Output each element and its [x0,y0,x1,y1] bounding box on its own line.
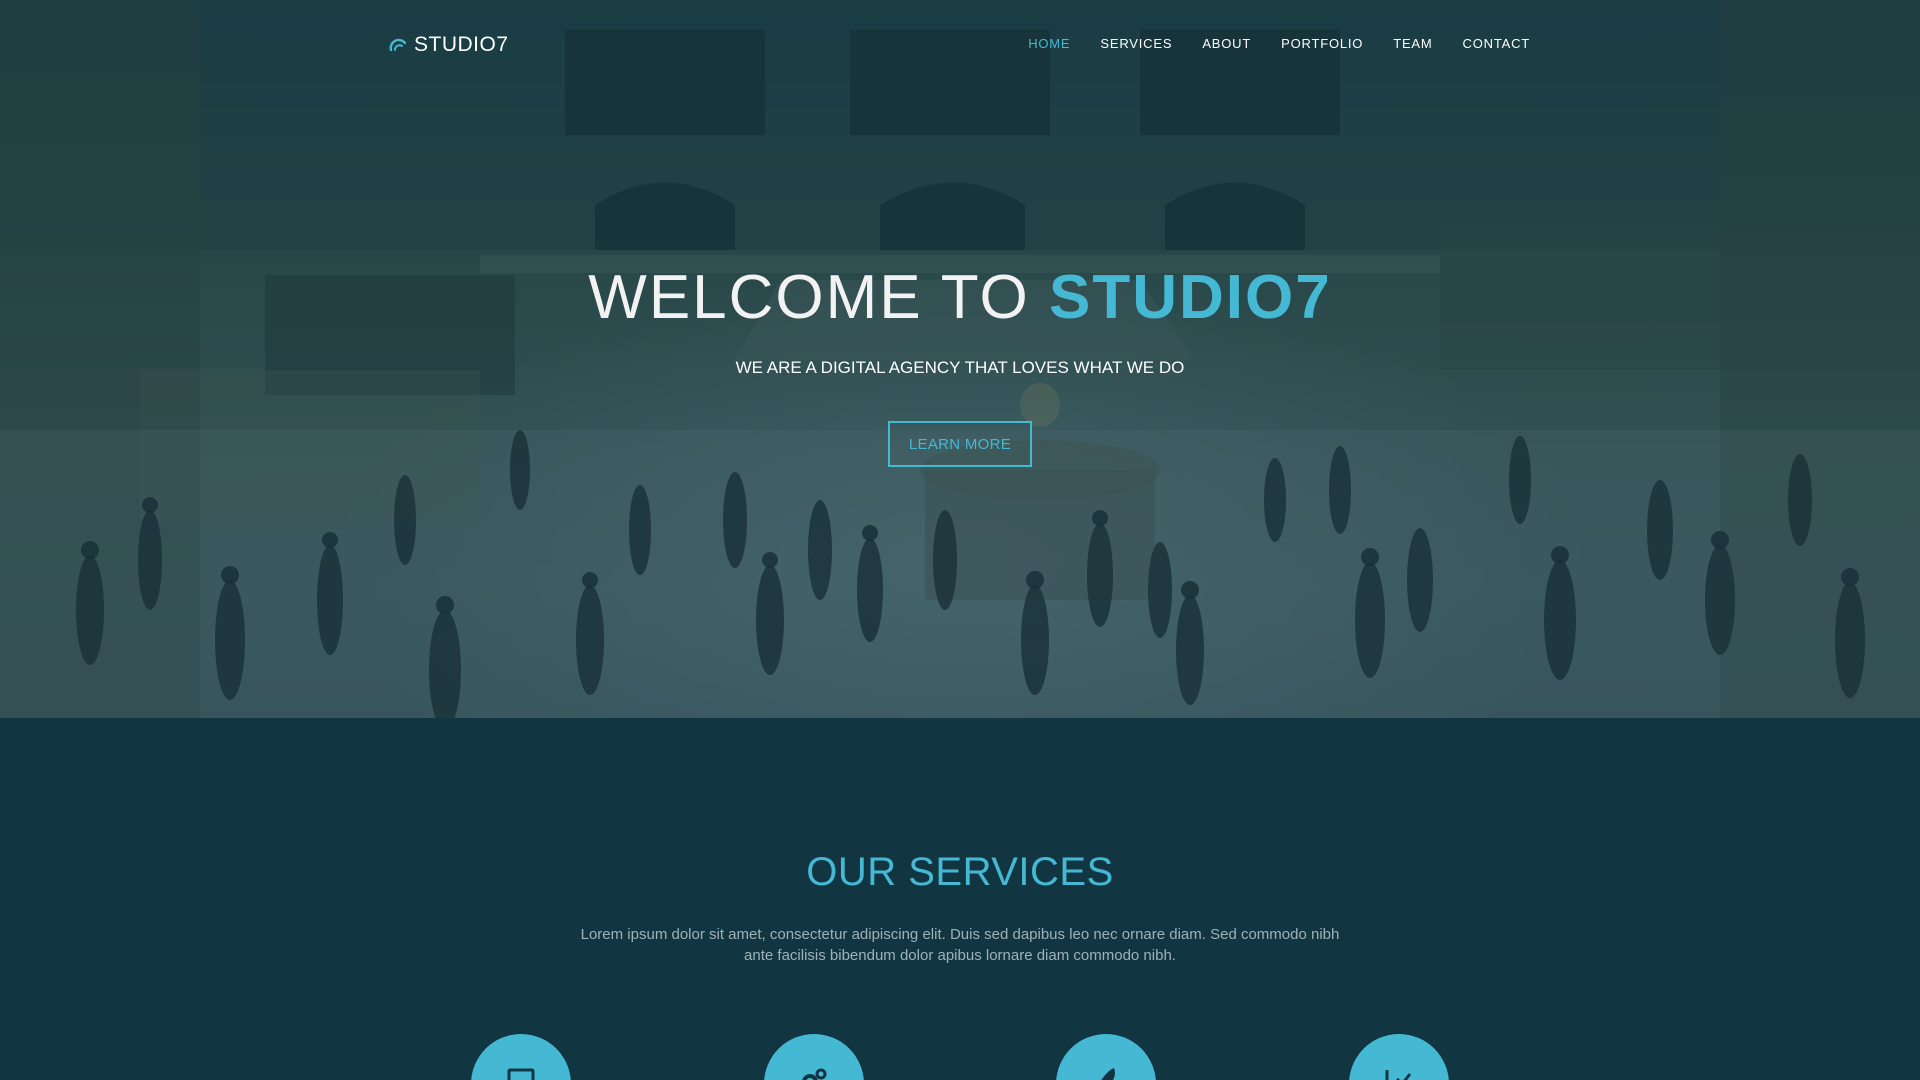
service-item-chart[interactable] [1349,1034,1449,1080]
nav-item-services[interactable]: SERVICES [1100,36,1172,51]
service-item-rocket[interactable] [1056,1034,1156,1080]
nav-item-team[interactable]: TEAM [1393,36,1432,51]
service-item-laptop[interactable] [471,1034,571,1080]
nav-item-about[interactable]: ABOUT [1202,36,1251,51]
hero-subtitle: WE ARE A DIGITAL AGENCY THAT LOVES WHAT … [735,358,1185,377]
hero-title-accent: STUDIO7 [1048,263,1332,332]
hero-title: WELCOME TO STUDIO7 [0,262,1920,333]
services-section: OUR SERVICES Lorem ipsum dolor sit amet,… [0,718,1920,1080]
brand-logo[interactable]: STUDIO7 [388,32,509,58]
services-title: OUR SERVICES [806,850,1114,894]
learn-more-button[interactable]: LEARN MORE [888,421,1032,467]
service-item-gears[interactable] [764,1034,864,1080]
studio-arc-logo-icon [389,38,407,52]
top-navbar: STUDIO7 HOME SERVICES ABOUT PORTFOLIO TE… [0,0,1920,88]
nav-item-home[interactable]: HOME [1028,36,1070,51]
brand-name: STUDIO7 [414,33,509,56]
nav-item-contact[interactable]: CONTACT [1463,36,1530,51]
rocket-icon [1101,1068,1115,1080]
main-menu: HOME SERVICES ABOUT PORTFOLIO TEAM CONTA… [1028,36,1530,51]
laptop-icon [507,1068,535,1080]
chart-icon [1385,1070,1412,1080]
services-description: Lorem ipsum dolor sit amet, consectetur … [580,926,1340,964]
gears-icon [802,1068,827,1080]
nav-item-portfolio[interactable]: PORTFOLIO [1281,36,1363,51]
hero-title-prefix: WELCOME TO [588,263,1030,332]
hero-section: STUDIO7 HOME SERVICES ABOUT PORTFOLIO TE… [0,0,1920,718]
